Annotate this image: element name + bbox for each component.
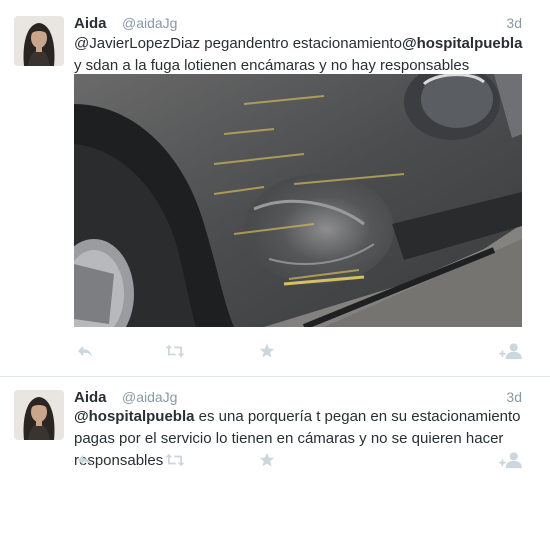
- tweet[interactable]: Aida @aidaJg 3d @JavierLopezDiaz pegande…: [0, 0, 550, 377]
- retweet-icon[interactable]: [162, 450, 188, 470]
- follow-icon[interactable]: [498, 450, 524, 470]
- avatar[interactable]: [14, 390, 64, 440]
- star-icon[interactable]: [256, 450, 278, 470]
- timestamp[interactable]: 3d: [506, 15, 522, 31]
- follow-icon[interactable]: [498, 341, 524, 361]
- mention-link[interactable]: @hospitalpuebla: [74, 408, 194, 425]
- text-segment: pegandentro estacionamiento: [200, 35, 402, 52]
- star-icon[interactable]: [256, 341, 278, 361]
- retweet-icon[interactable]: [162, 341, 188, 361]
- user-name[interactable]: Aida: [74, 389, 107, 406]
- tweet-photo[interactable]: [74, 74, 522, 327]
- reply-icon[interactable]: [74, 450, 96, 470]
- user-handle[interactable]: @aidaJg: [122, 389, 177, 405]
- tweet-text: @JavierLopezDiaz pegandentro estacionami…: [74, 33, 524, 77]
- reply-icon[interactable]: [74, 341, 96, 361]
- mention-link[interactable]: @hospitalpuebla: [402, 35, 522, 52]
- tweet-actions: [74, 450, 524, 470]
- mention-link[interactable]: @JavierLopezDiaz: [74, 35, 200, 52]
- timestamp[interactable]: 3d: [506, 389, 522, 405]
- user-handle[interactable]: @aidaJg: [122, 15, 177, 31]
- user-name[interactable]: Aida: [74, 15, 107, 32]
- avatar[interactable]: [14, 16, 64, 66]
- tweet-divider: [0, 376, 550, 377]
- text-segment: y sdan a la fuga lotienen encámaras y no…: [74, 57, 470, 74]
- tweet[interactable]: Aida @aidaJg 3d @hospitalpuebla es una p…: [0, 378, 550, 488]
- tweet-actions: [74, 341, 524, 361]
